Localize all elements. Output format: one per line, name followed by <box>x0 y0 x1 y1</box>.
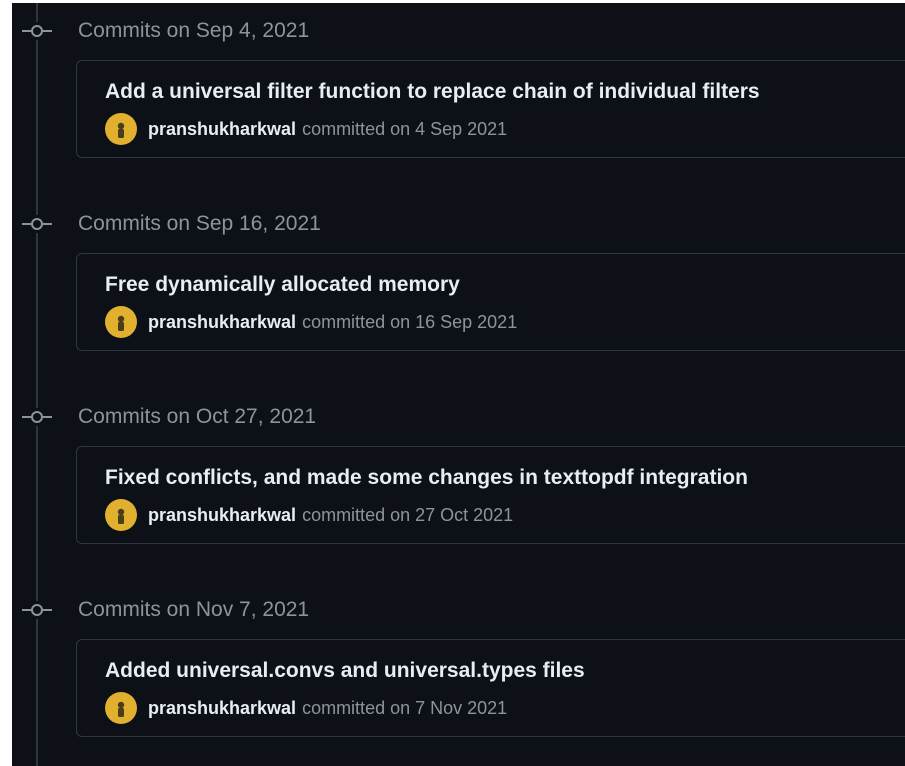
commit-item: Free dynamically allocated memory pransh… <box>76 253 905 351</box>
commit-group-date: Commits on Oct 27, 2021 <box>78 405 317 428</box>
commit-author-link[interactable]: pranshukharkwal <box>148 505 296 526</box>
git-commit-icon <box>22 408 52 426</box>
commit-title-link[interactable]: Fixed conflicts, and made some changes i… <box>105 466 748 490</box>
timeline-line <box>36 3 38 766</box>
commit-item: Added universal.convs and universal.type… <box>76 639 905 737</box>
commit-group-header: Commits on Sep 4, 2021 <box>12 16 905 46</box>
commit-author-link[interactable]: pranshukharkwal <box>148 698 296 719</box>
git-commit-icon <box>22 601 52 619</box>
commit-meta: pranshukharkwal committed on 7 Nov 2021 <box>105 692 507 724</box>
avatar[interactable] <box>105 692 137 724</box>
commit-date-text: committed on 7 Nov 2021 <box>302 697 508 718</box>
git-commit-icon <box>22 22 52 40</box>
commit-group-header: Commits on Oct 27, 2021 <box>12 402 905 432</box>
commit-title-link[interactable]: Free dynamically allocated memory <box>105 273 460 297</box>
commit-date-text: committed on 27 Oct 2021 <box>302 504 514 525</box>
commit-group-header: Commits on Sep 16, 2021 <box>12 209 905 239</box>
avatar[interactable] <box>105 113 137 145</box>
avatar[interactable] <box>105 306 137 338</box>
commit-item: Fixed conflicts, and made some changes i… <box>76 446 905 544</box>
commit-author-link[interactable]: pranshukharkwal <box>148 119 296 140</box>
commit-meta: pranshukharkwal committed on 4 Sep 2021 <box>105 113 507 145</box>
commit-title-link[interactable]: Added universal.convs and universal.type… <box>105 659 585 683</box>
commit-meta: pranshukharkwal committed on 16 Sep 2021 <box>105 306 517 338</box>
commit-date-text: committed on 4 Sep 2021 <box>302 118 508 139</box>
commit-author-link[interactable]: pranshukharkwal <box>148 312 296 333</box>
avatar[interactable] <box>105 499 137 531</box>
commit-item: Add a universal filter function to repla… <box>76 60 905 158</box>
commit-group-date: Commits on Sep 4, 2021 <box>78 19 310 42</box>
git-commit-icon <box>22 215 52 233</box>
commit-group-date: Commits on Sep 16, 2021 <box>78 212 321 235</box>
commit-group-date: Commits on Nov 7, 2021 <box>78 598 310 621</box>
commit-title-link[interactable]: Add a universal filter function to repla… <box>105 80 760 104</box>
commit-meta: pranshukharkwal committed on 27 Oct 2021 <box>105 499 513 531</box>
commit-group-header: Commits on Nov 7, 2021 <box>12 595 905 625</box>
commit-history-panel: Commits on Sep 4, 2021 Add a universal f… <box>12 3 905 766</box>
commit-date-text: committed on 16 Sep 2021 <box>302 311 518 332</box>
